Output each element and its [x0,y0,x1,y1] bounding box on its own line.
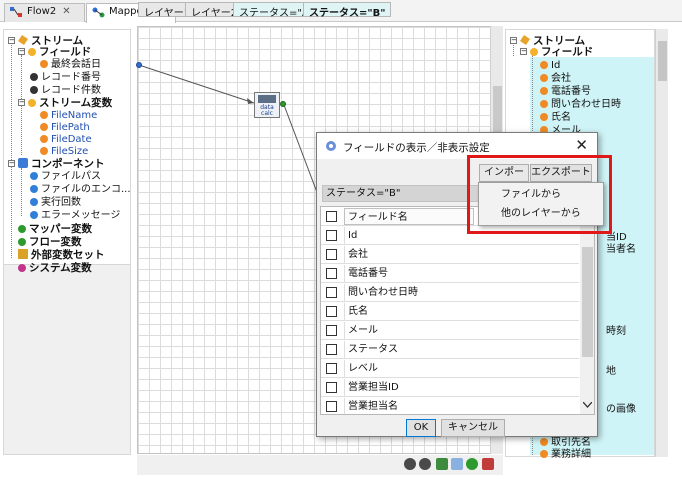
arrow-head [247,98,254,104]
right-tree-item[interactable]: Id [540,60,560,72]
field-icon [540,61,548,69]
list-item[interactable]: 会社 [321,245,579,264]
list-item[interactable]: 営業担当名 [321,397,579,414]
right-scrollbar[interactable] [655,29,668,457]
ok-button[interactable]: OK [406,419,436,437]
field-checkbox[interactable] [326,382,337,393]
settings-icon [326,141,336,151]
dialog-title: フィールドの表示／非表示設定 [343,142,490,154]
field-icon [540,438,548,446]
list-item[interactable]: 営業担当ID [321,378,579,397]
layer-props-icon[interactable] [451,458,463,470]
input-port[interactable] [136,62,142,68]
field-checkbox[interactable] [326,401,337,412]
field-checkbox[interactable] [326,306,337,317]
list-scrollbar[interactable] [580,207,594,414]
edit-layer-icon[interactable] [436,458,448,470]
layer-tab-bar [137,455,503,475]
field-checkbox[interactable] [326,230,337,241]
right-tree-partial[interactable]: 時刻 [606,326,626,338]
right-tree-partial[interactable]: の画像 [606,404,636,416]
right-tree-field[interactable]: フィールド [530,46,593,58]
field-icon [540,74,548,82]
list-item[interactable]: ステータス [321,340,579,359]
layer-settings-icon[interactable] [466,458,478,470]
field-checkbox[interactable] [326,363,337,374]
stream-icon [520,35,530,45]
highlight-annotation-box [467,155,612,234]
collapse-toggle[interactable]: − [520,48,527,55]
right-tree-partial[interactable]: 当者名 [606,244,636,256]
right-tree-item[interactable]: 会社 [540,73,571,85]
field-list: フィールド名 Id 会社 電話番号 問い合わせ日時 氏名 メール ステータス レ… [320,206,595,415]
tree-guide [513,42,514,56]
cancel-button[interactable]: キャンセル [441,419,505,437]
field-checkbox[interactable] [326,249,337,260]
right-tree-item[interactable]: 電話番号 [540,86,591,98]
calc-node-icon [258,95,276,103]
select-all-checkbox[interactable] [326,211,337,222]
mapping-line-input [138,64,255,104]
right-tree-item[interactable]: 氏名 [540,112,571,124]
column-header-field-name: フィールド名 [344,208,474,225]
collapse-toggle[interactable]: − [510,37,517,44]
right-tree-item[interactable]: 業務詳細 [540,449,591,461]
chevron-down-icon[interactable] [583,402,592,408]
output-port[interactable] [280,101,286,107]
calc-node[interactable]: data calc [254,92,280,118]
add-layer-icon[interactable] [404,458,416,470]
field-icon [540,450,548,458]
calc-node-label: data calc [260,104,274,117]
list-item[interactable]: 問い合わせ日時 [321,283,579,302]
right-tree-item[interactable]: 問い合わせ日時 [540,99,621,111]
field-icon [540,100,548,108]
field-checkbox[interactable] [326,268,337,279]
field-visibility-icon[interactable] [482,458,494,470]
field-icon [540,113,548,121]
list-item[interactable]: 氏名 [321,302,579,321]
list-item[interactable]: 電話番号 [321,264,579,283]
list-item[interactable]: メール [321,321,579,340]
field-checkbox[interactable] [326,344,337,355]
scroll-thumb[interactable] [658,41,667,81]
list-item[interactable]: レベル [321,359,579,378]
field-folder-icon [530,48,538,56]
remove-layer-icon[interactable] [419,458,431,470]
right-tree-item[interactable]: 取引先名 [540,437,591,449]
mapping-line-output [283,104,319,196]
field-checkbox[interactable] [326,287,337,298]
right-tree-partial[interactable]: 地 [606,366,616,378]
field-icon [540,87,548,95]
close-icon[interactable]: ✕ [575,137,588,153]
field-checkbox[interactable] [326,325,337,336]
layer-tab-status-b[interactable]: ステータス="B" [303,2,392,19]
scroll-thumb[interactable] [582,247,593,357]
